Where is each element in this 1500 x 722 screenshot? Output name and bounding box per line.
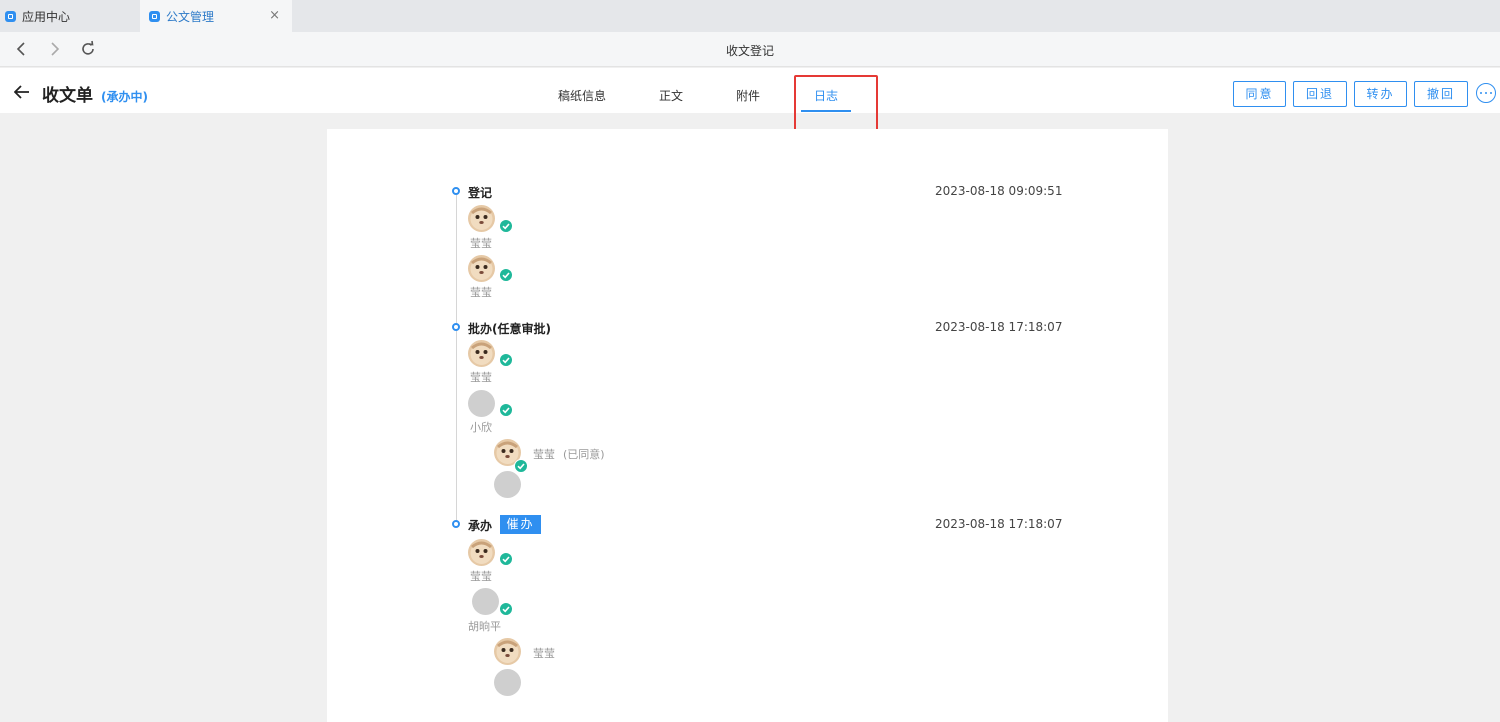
withdraw-button[interactable]: 撤回	[1414, 81, 1468, 107]
timeline-dot	[452, 323, 460, 331]
user-name: 胡晌平	[468, 620, 501, 633]
more-options-icon[interactable]	[1476, 83, 1496, 103]
step-title: 承办	[468, 519, 493, 533]
delegate-name: 莹莹	[533, 647, 555, 660]
browser-tab-app-center[interactable]: 应用中心	[0, 0, 135, 32]
check-icon	[499, 403, 513, 417]
user-name: 莹莹	[470, 371, 492, 384]
tab-body-text[interactable]: 正文	[659, 87, 683, 104]
user-name: 小欣	[470, 421, 492, 434]
avatar	[472, 588, 499, 615]
user-name: 莹莹	[470, 237, 492, 250]
avatar	[494, 638, 521, 665]
tab-attachments[interactable]: 附件	[736, 87, 760, 104]
avatar	[468, 255, 495, 282]
step-title: 批办(任意审批)	[468, 322, 551, 336]
check-icon	[499, 268, 513, 282]
status-badge: (承办中)	[101, 90, 148, 104]
navigation-bar: 收文登记	[0, 32, 1500, 67]
log-panel: 登记 2023-08-18 09:09:51 莹莹 莹莹 批办(任意审批) 20…	[327, 129, 1168, 722]
back-arrow-icon[interactable]	[14, 85, 30, 99]
check-icon	[499, 602, 513, 616]
tab-draft-info[interactable]: 稿纸信息	[558, 87, 606, 104]
avatar	[494, 471, 521, 498]
delegate-name: 莹莹	[533, 448, 555, 461]
browser-tab-label: 公文管理	[166, 9, 215, 24]
step-title: 登记	[468, 186, 493, 200]
app-icon	[5, 10, 16, 22]
page-title: 收文登记	[725, 44, 774, 58]
document-icon	[149, 10, 160, 22]
return-button[interactable]: 回退	[1293, 81, 1347, 107]
timeline-dot	[452, 520, 460, 528]
avatar	[494, 669, 521, 696]
avatar	[468, 539, 495, 566]
user-name: 莹莹	[470, 570, 492, 583]
urge-button[interactable]: 催办	[500, 515, 541, 534]
browser-tab-label: 应用中心	[22, 9, 71, 24]
user-name: 莹莹	[470, 286, 492, 299]
timeline-dot	[452, 187, 460, 195]
check-icon	[499, 353, 513, 367]
browser-tab-doc-management[interactable]: 公文管理 ×	[140, 0, 292, 32]
check-icon	[499, 552, 513, 566]
form-header: 收文单 (承办中) 稿纸信息 正文 附件 日志 同意 回退 转办 撤回	[0, 68, 1500, 113]
close-icon[interactable]: ×	[269, 8, 280, 23]
step-time: 2023-08-18 17:18:07	[935, 320, 1063, 334]
agree-button[interactable]: 同意	[1233, 81, 1286, 107]
avatar	[468, 390, 495, 417]
browser-tab-strip: 应用中心 公文管理 ×	[0, 0, 1500, 32]
step-time: 2023-08-18 09:09:51	[935, 184, 1063, 198]
form-title: 收文单	[42, 86, 93, 106]
avatar	[468, 205, 495, 232]
highlight-annotation	[794, 75, 878, 133]
check-icon	[499, 219, 513, 233]
timeline-line	[456, 195, 457, 525]
transfer-button[interactable]: 转办	[1354, 81, 1407, 107]
delegate-note: (已同意)	[563, 448, 605, 461]
step-time: 2023-08-18 17:18:07	[935, 517, 1063, 531]
check-icon	[514, 459, 528, 473]
avatar	[468, 340, 495, 367]
